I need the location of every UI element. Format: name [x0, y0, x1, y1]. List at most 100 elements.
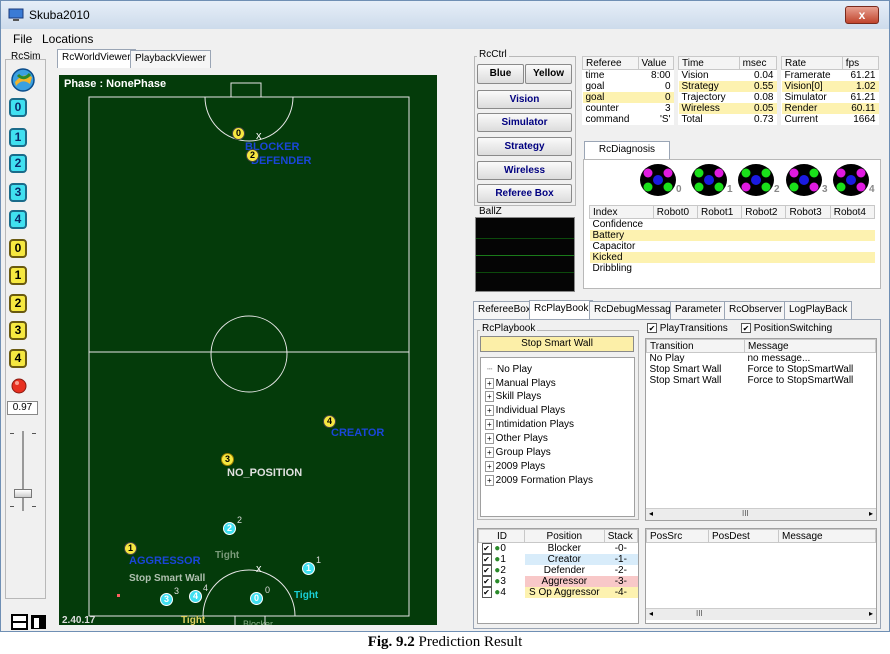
yellow-robot-button-2[interactable]: 2 — [9, 294, 27, 313]
tab-parameter[interactable]: Parameter — [670, 301, 727, 319]
wireless-button[interactable]: Wireless — [477, 161, 572, 180]
version-label: 2.40.17 — [62, 615, 96, 626]
tree-individual-plays[interactable]: + Individual Plays — [485, 405, 565, 416]
play-tree[interactable]: ┄ No Play + Manual Plays + Skill Plays + In… — [480, 357, 635, 517]
speed-value-field[interactable]: 0.97 — [7, 401, 38, 415]
positions-table: ID Position Stack ✔ ●0 Blocker -0- ✔ ●1 Cr… — [478, 529, 639, 598]
blue-robot-button-4[interactable]: 4 — [9, 210, 27, 229]
menu-file[interactable]: File — [13, 32, 32, 46]
yellow-robot-1[interactable]: 1 — [124, 542, 137, 555]
table-row: ✔ ●1 Creator -1- — [479, 554, 638, 565]
current-play-button[interactable]: Stop Smart Wall — [480, 336, 634, 352]
tree-other-plays[interactable]: + Other Plays — [485, 433, 548, 444]
table-row: ✔ ●4 S Op Aggressor -4- — [479, 587, 638, 598]
tree-group-plays[interactable]: + Group Plays — [485, 447, 551, 458]
tab-rcplaybook[interactable]: RcPlayBook — [529, 300, 594, 319]
playbook-label: RcPlaybook — [480, 323, 538, 334]
time-table: Time msec Vision 0.04 Strategy 0.55 Traject… — [678, 56, 778, 125]
close-button[interactable]: x — [845, 6, 879, 24]
transition-hscrollbar[interactable]: ◂ III ▸ — [646, 508, 876, 520]
label-tight-2: Tight — [294, 590, 319, 601]
phase-label: Phase : NonePhase — [64, 78, 167, 90]
yellow-robot-button-0[interactable]: 0 — [9, 239, 27, 258]
blue-robot-4-index: 4 — [203, 583, 209, 593]
blue-robot-button-2[interactable]: 2 — [9, 154, 27, 173]
robot-diag-0: 0 — [638, 162, 684, 200]
yellow-robot-2[interactable]: 2 — [246, 149, 259, 162]
yellow-team-button[interactable]: Yellow — [525, 64, 572, 84]
table-row: ✔ ●3 Aggressor -3- — [479, 576, 638, 587]
blue-robot-4[interactable]: 4 — [189, 590, 202, 603]
field-view[interactable]: x x Phase : NonePhase 2.40.17 BLOCKER DE… — [59, 75, 437, 626]
speed-slider-track — [22, 431, 24, 511]
blue-team-button[interactable]: Blue — [477, 64, 524, 84]
blue-robot-2[interactable]: 2 — [223, 522, 236, 535]
blue-robot-3-index: 3 — [174, 586, 180, 596]
app-icon — [8, 8, 24, 21]
layout-icon[interactable] — [11, 614, 49, 630]
robot-diag-2: 2 — [736, 162, 782, 200]
yellow-robot-4[interactable]: 4 — [323, 415, 336, 428]
table-row: ✔ ●2 Defender -2- — [481, 565, 627, 576]
tab-rcworldviewer[interactable]: RcWorldViewer — [57, 49, 136, 68]
tree-no-play[interactable]: No Play — [497, 364, 532, 375]
vision-button[interactable]: Vision — [477, 90, 572, 109]
yellow-robot-button-3[interactable]: 3 — [9, 321, 27, 340]
tab-refereebox[interactable]: RefereeBox — [473, 301, 536, 319]
label-extra: Blocker — [243, 619, 274, 625]
pos-switch-hscrollbar[interactable]: ◂ III ▸ — [646, 608, 876, 620]
col-value: Value — [637, 56, 675, 70]
robot-diag-3: 3 — [784, 162, 830, 200]
col-referee: Referee — [582, 56, 639, 70]
app-window: Skuba2010 x File Locations RcSim RcWorld… — [0, 0, 890, 632]
svg-text:x: x — [256, 563, 262, 575]
ballz-label: BallZ — [477, 206, 504, 217]
yellow-robot-button-1[interactable]: 1 — [9, 266, 27, 285]
blue-robot-1-index: 1 — [316, 555, 322, 565]
position-switching-checkbox[interactable]: ✔ PositionSwitching — [741, 323, 832, 334]
tab-rcobserver[interactable]: RcObserver — [724, 301, 788, 319]
tab-playbackviewer[interactable]: PlaybackViewer — [130, 50, 211, 68]
robot-diag-4: 4 — [831, 162, 877, 200]
yellow-robot-0[interactable]: 0 — [232, 127, 245, 140]
referee-box-button[interactable]: Referee Box — [477, 184, 572, 203]
blue-robot-button-3[interactable]: 3 — [9, 183, 27, 202]
label-stop-smart-wall: Stop Smart Wall — [129, 573, 206, 584]
tab-rcdebugmessage[interactable]: RcDebugMessage — [589, 301, 682, 319]
rcctrl-label: RcCtrl — [477, 49, 509, 60]
simulator-button[interactable]: Simulator — [477, 113, 572, 132]
tab-rcdiagnosis[interactable]: RcDiagnosis — [584, 141, 670, 160]
strategy-button[interactable]: Strategy — [477, 137, 572, 156]
yellow-robot-button-4[interactable]: 4 — [9, 349, 27, 368]
blue-robot-button-1[interactable]: 1 — [9, 128, 27, 147]
label-defender: DEFENDER — [251, 155, 312, 167]
menu-bar: File Locations — [1, 30, 889, 47]
blue-robot-1[interactable]: 1 — [302, 562, 315, 575]
tree-2009-formation-plays[interactable]: +2009 Formation Plays — [485, 475, 593, 486]
tab-logplayback[interactable]: LogPlayBack — [784, 301, 853, 319]
tree-intimidation-plays[interactable]: + Intimidation Plays — [485, 419, 574, 430]
menu-locations[interactable]: Locations — [42, 32, 93, 46]
blue-robot-0[interactable]: 0 — [250, 592, 263, 605]
record-icon[interactable] — [10, 377, 28, 395]
speed-slider-handle[interactable] — [14, 489, 32, 498]
tree-skill-plays[interactable]: + Skill Plays — [485, 391, 541, 402]
blue-robot-button-0[interactable]: 0 — [9, 98, 27, 117]
tree-2009-plays[interactable]: +2009 Plays — [485, 461, 545, 472]
label-aggressor: AGGRESSOR — [129, 555, 201, 567]
play-transitions-checkbox[interactable]: ✔ PlayTransitions — [647, 323, 728, 334]
yellow-robot-3[interactable]: 3 — [221, 453, 234, 466]
referee-table: Referee Value time 8:00 goal 0 goal 0 counte… — [582, 56, 675, 125]
blue-robot-2-index: 2 — [237, 515, 243, 525]
transition-table: Transition Message No Play no message... S… — [646, 339, 876, 386]
blue-robot-0-index: 0 — [265, 585, 271, 595]
table-row: ✔ ●0 Blocker -0- — [481, 543, 627, 554]
sim-logo-icon[interactable] — [10, 67, 36, 93]
blue-robot-3[interactable]: 3 — [160, 593, 173, 606]
tree-manual-plays[interactable]: + Manual Plays — [485, 378, 556, 389]
diagnosis-table: Index Robot0 Robot1 Robot2 Robot3 Robot4… — [589, 205, 876, 274]
label-creator: CREATOR — [331, 427, 385, 439]
figure-caption: Fig. 9.2 Prediction Result — [367, 634, 523, 650]
rate-table: Rate fps Framerate 61.21 Vision[0] 1.02 Sim… — [781, 56, 880, 125]
robot-diag-1: 1 — [689, 162, 735, 200]
